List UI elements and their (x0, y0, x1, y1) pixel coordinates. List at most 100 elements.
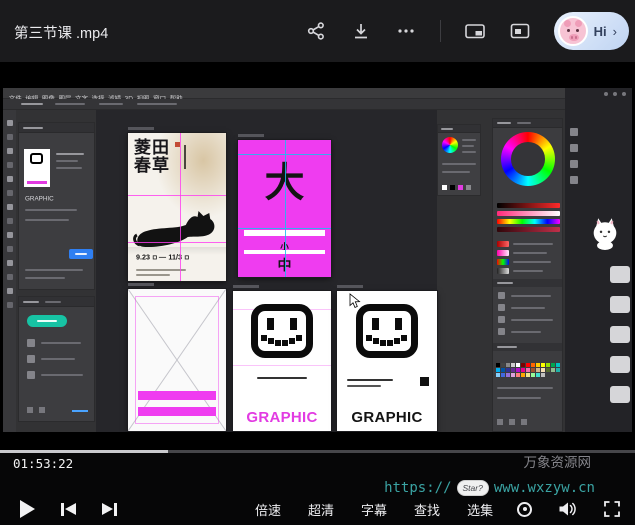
mouse-cursor (349, 293, 361, 309)
ps-left-panel-library (18, 296, 95, 422)
color-swatch (521, 363, 525, 367)
swatch-grid (496, 363, 562, 378)
pixel-smiley (356, 304, 418, 358)
artboard-graphic-black: GRAPHIC (337, 291, 437, 431)
dock-icon (570, 176, 578, 184)
progress-played (0, 450, 168, 453)
color-swatch (551, 368, 555, 372)
previous-button[interactable] (61, 503, 76, 516)
pixel-smiley (251, 304, 313, 358)
download-icon[interactable] (350, 20, 372, 42)
color-swatch (496, 368, 500, 372)
color-swatch (496, 363, 500, 367)
tool-icon (7, 176, 13, 182)
tool-icon (7, 246, 13, 252)
share-icon[interactable] (305, 20, 327, 42)
avatar-snout (569, 34, 579, 41)
margin-guide (135, 296, 219, 424)
subtitle-button[interactable]: 字幕 (361, 500, 387, 519)
color-swatch (501, 368, 505, 372)
color-swatch (531, 373, 535, 377)
color-swatch (521, 373, 525, 377)
color-swatch (516, 373, 520, 377)
teal-action-button (27, 315, 67, 327)
dock-thumbnail (610, 266, 630, 283)
dock-thumbnail (610, 326, 630, 343)
dock-icon (570, 160, 578, 168)
black-cat-illustration (133, 209, 221, 249)
current-time: 01:53:22 (13, 456, 73, 471)
color-swatch (506, 373, 510, 377)
color-swatch (556, 363, 560, 367)
episodes-button[interactable]: 选集 (467, 500, 493, 519)
cat-sticker (591, 216, 619, 250)
color-swatch (526, 363, 530, 367)
ps-color-panel (492, 118, 563, 432)
color-swatch (511, 373, 515, 377)
greeting-label: Hi (594, 24, 607, 39)
player-topbar: 第三节课 .mp4 (0, 0, 635, 62)
artboard-template (128, 289, 226, 431)
layer-thumbnail (24, 149, 50, 187)
tool-icon (7, 232, 13, 238)
color-wheel (501, 132, 555, 186)
confirm-button (69, 249, 93, 259)
more-icon[interactable] (395, 20, 417, 42)
avatar-eye (567, 29, 570, 32)
guide-line (128, 195, 226, 196)
artboard-size-poster: 大 小 中 (238, 140, 331, 277)
layer-name: GRAPHIC (25, 195, 54, 202)
tool-icon (7, 134, 13, 140)
color-swatch (496, 373, 500, 377)
play-button[interactable] (20, 500, 35, 518)
account-pill[interactable]: Hi › (554, 12, 629, 50)
tool-icon (7, 274, 13, 280)
logo-mark (420, 377, 429, 386)
tool-icon (7, 302, 13, 308)
fullscreen-icon[interactable] (603, 500, 621, 518)
tool-icon (7, 190, 13, 196)
poster-word: GRAPHIC (337, 409, 437, 426)
tool-icon (7, 120, 13, 126)
dock-icon (570, 128, 578, 136)
miniplayer-icon[interactable] (509, 20, 531, 42)
guide-line (128, 242, 226, 243)
speed-button[interactable]: 倍速 (255, 500, 281, 519)
find-button[interactable]: 查找 (414, 500, 440, 519)
gradient-bar (497, 227, 560, 232)
divider (440, 20, 441, 42)
guide-line (180, 133, 181, 281)
color-swatch (516, 363, 520, 367)
dock-icon (570, 144, 578, 152)
next-button[interactable] (102, 503, 117, 516)
color-swatch (526, 373, 530, 377)
color-swatch (541, 363, 545, 367)
gradient-bar (497, 211, 560, 216)
ps-menubar: 文件 编辑 图像 图层 文字 选择 滤镜 3D 视图 窗口 帮助 (3, 88, 632, 99)
dock-thumbnail (610, 386, 630, 403)
color-swatch (536, 363, 540, 367)
topbar-actions: Hi › (305, 0, 629, 62)
color-swatch (506, 368, 510, 372)
tool-icon (7, 260, 13, 266)
quality-button[interactable]: 超清 (308, 500, 334, 519)
guide-line (238, 154, 331, 155)
color-swatch (501, 363, 505, 367)
guide-line (285, 140, 286, 277)
ps-right-dock (565, 88, 632, 432)
video-display[interactable]: 文件 编辑 图像 图层 文字 选择 滤镜 3D 视图 窗口 帮助 (0, 62, 635, 450)
color-swatch (521, 368, 525, 372)
pip-icon[interactable] (464, 20, 486, 42)
volume-icon[interactable] (558, 500, 577, 518)
tool-icon (7, 148, 13, 154)
record-circle-icon[interactable] (517, 502, 532, 517)
avatar-ear (564, 20, 571, 27)
color-swatch (536, 373, 540, 377)
dock-thumbnail (610, 296, 630, 313)
avatar (558, 16, 588, 46)
avatar-eye (576, 29, 579, 32)
color-swatch (511, 368, 515, 372)
mini-color-wheel (442, 137, 458, 153)
window-controls (604, 92, 626, 96)
color-swatch (511, 363, 515, 367)
